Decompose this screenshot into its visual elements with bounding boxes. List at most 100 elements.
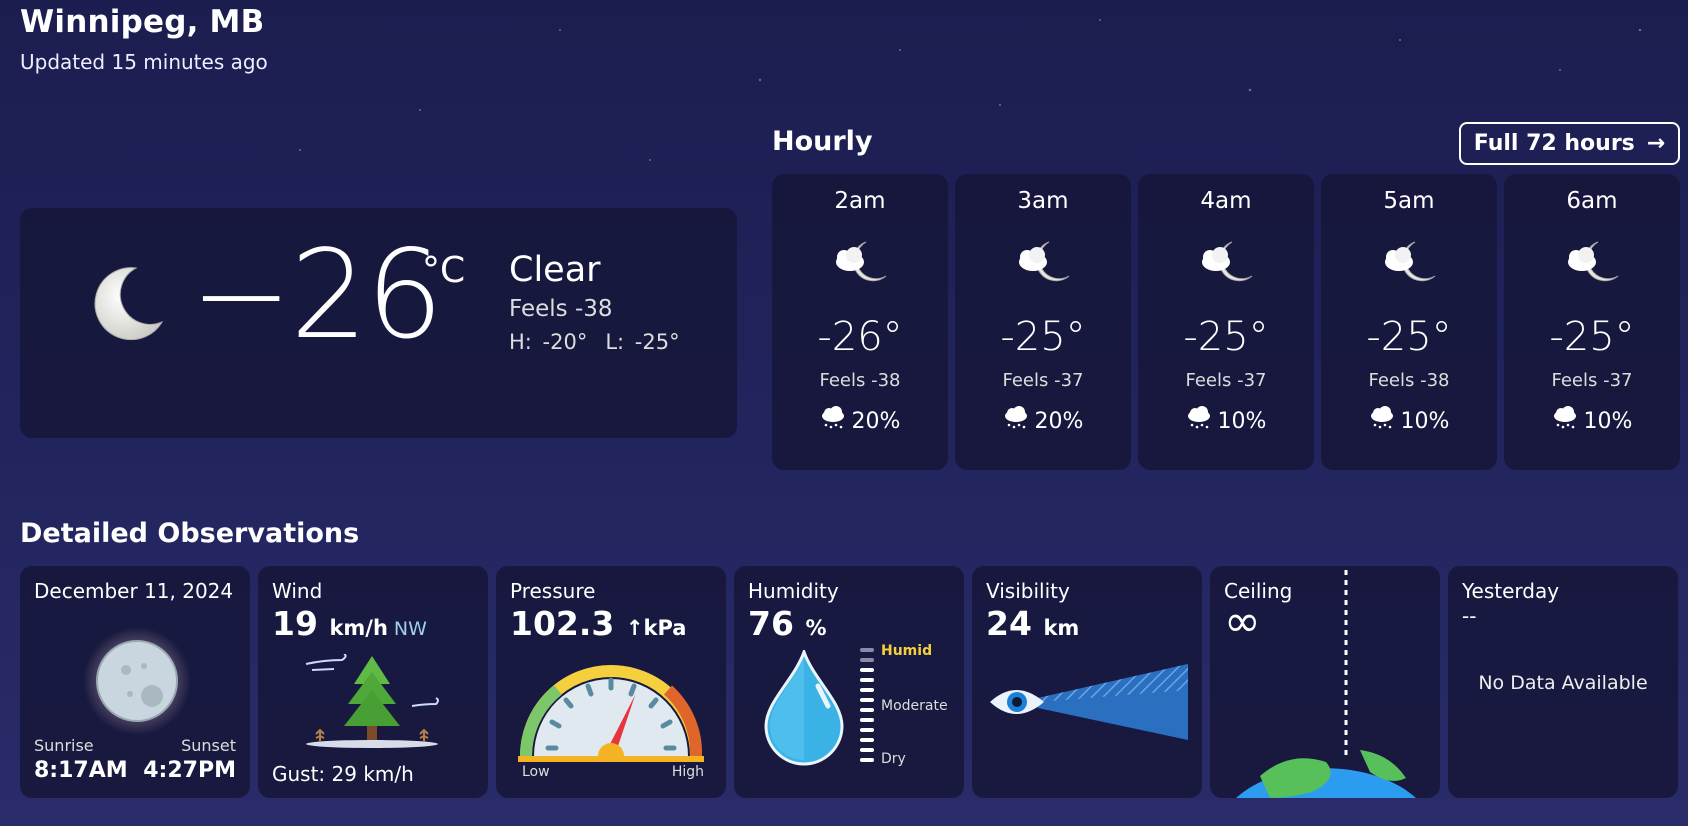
snow-cloud-icon — [1186, 406, 1212, 436]
full-72-hours-label: Full 72 hours — [1473, 131, 1635, 156]
cloudy-moon-icon — [1560, 238, 1624, 288]
hourly-title: Hourly — [772, 126, 873, 157]
high-low: H: -20° L: -25° — [509, 330, 680, 354]
hour-time: 2am — [834, 188, 886, 214]
hour-temp: -25° — [1366, 314, 1452, 360]
pressure-low-label: Low — [522, 764, 550, 780]
visibility-card[interactable]: Visibility 24 km — [972, 566, 1202, 798]
wind-unit: km/h — [329, 616, 388, 640]
hourly-card-3am[interactable]: 3am -25° Feels -37 20% — [955, 174, 1131, 470]
water-drop-icon — [764, 650, 844, 766]
hour-time: 5am — [1383, 188, 1435, 214]
hour-precip: 20% — [955, 406, 1131, 436]
high-temp: H: -20° — [509, 330, 588, 354]
low-temp: L: -25° — [605, 330, 680, 354]
hour-precip: 10% — [1504, 406, 1680, 436]
current-feels-like: Feels -38 — [509, 296, 613, 322]
hour-time: 3am — [1017, 188, 1069, 214]
snow-cloud-icon — [820, 406, 846, 436]
pressure-reading: 102.3 ↑kPa — [510, 604, 686, 643]
visibility-label: Visibility — [986, 579, 1070, 603]
full-72-hours-button[interactable]: Full 72 hours → — [1459, 122, 1680, 165]
precip-chance: 20% — [851, 408, 901, 434]
arrow-right-icon: → — [1646, 131, 1666, 156]
pressure-value: 102.3 — [510, 604, 615, 643]
yesterday-card[interactable]: Yesterday -- No Data Available — [1448, 566, 1678, 798]
sunset-time: 4:27PM — [143, 758, 236, 783]
precip-chance: 10% — [1400, 408, 1450, 434]
temperature-unit: °C — [422, 250, 466, 291]
wind-card[interactable]: Wind 19 km/h NW Gust: 29 km/h — [258, 566, 488, 798]
hour-precip: 20% — [772, 406, 948, 436]
pressure-unit: ↑kPa — [625, 616, 687, 640]
yesterday-value: -- — [1462, 604, 1477, 628]
precip-chance: 10% — [1583, 408, 1633, 434]
tree-wind-icon — [305, 654, 439, 748]
hour-feels: Feels -37 — [1002, 370, 1084, 391]
sunrise-label: Sunrise — [34, 736, 94, 755]
humidity-unit: % — [805, 616, 827, 640]
humidity-reading: 76 % — [748, 604, 826, 643]
humidity-scale — [860, 648, 874, 762]
cloudy-moon-icon — [828, 238, 892, 288]
hour-precip: 10% — [1321, 406, 1497, 436]
humidity-value: 76 — [748, 604, 794, 643]
location-header: Winnipeg, MB Updated 15 minutes ago — [20, 4, 268, 74]
no-data-message: No Data Available — [1478, 672, 1648, 694]
hourly-card-6am[interactable]: 6am -25° Feels -37 10% — [1504, 174, 1680, 470]
globe-ceiling-icon — [1236, 570, 1416, 798]
eye-beam-icon — [990, 664, 1188, 740]
humid-label: Humid — [881, 643, 933, 659]
hourly-card-2am[interactable]: 2am -26° Feels -38 20% — [772, 174, 948, 470]
pressure-label: Pressure — [510, 579, 596, 603]
hour-time: 4am — [1200, 188, 1252, 214]
updated-time: Updated 15 minutes ago — [20, 50, 268, 74]
wind-value: 19 — [272, 604, 318, 643]
hour-feels: Feels -38 — [819, 370, 901, 391]
cloudy-moon-icon — [1011, 238, 1075, 288]
cloudy-moon-icon — [1194, 238, 1258, 288]
snow-cloud-icon — [1552, 406, 1578, 436]
hour-precip: 10% — [1138, 406, 1314, 436]
moderate-label: Moderate — [881, 698, 948, 714]
hour-feels: Feels -37 — [1185, 370, 1267, 391]
hour-temp: -25° — [1000, 314, 1086, 360]
sunrise-time: 8:17AM — [34, 758, 128, 783]
hour-time: 6am — [1566, 188, 1618, 214]
moon-icon — [94, 267, 164, 340]
full-moon-icon — [83, 627, 191, 735]
date-label: December 11, 2024 — [34, 579, 234, 603]
pressure-high-label: High — [671, 764, 704, 780]
hourly-card-4am[interactable]: 4am -25° Feels -37 10% — [1138, 174, 1314, 470]
hour-feels: Feels -37 — [1551, 370, 1633, 391]
current-temperature: −26 — [190, 224, 443, 366]
visibility-value: 24 — [986, 604, 1032, 643]
hour-temp: -25° — [1183, 314, 1269, 360]
precip-chance: 20% — [1034, 408, 1084, 434]
visibility-unit: km — [1043, 616, 1080, 640]
pressure-gauge — [518, 665, 704, 762]
wind-label: Wind — [272, 579, 323, 603]
cloudy-moon-icon — [1377, 238, 1441, 288]
hour-temp: -26° — [817, 314, 903, 360]
city-name: Winnipeg, MB — [20, 4, 265, 40]
wind-gust: Gust: 29 km/h — [272, 762, 414, 786]
hour-temp: -25° — [1549, 314, 1635, 360]
humidity-label: Humidity — [748, 579, 839, 603]
wind-direction: NW — [393, 618, 427, 640]
hour-feels: Feels -38 — [1368, 370, 1450, 391]
pressure-card[interactable]: Pressure 102.3 ↑kPa Low High — [496, 566, 726, 798]
current-condition: Clear — [509, 250, 601, 290]
hourly-card-5am[interactable]: 5am -25° Feels -38 10% — [1321, 174, 1497, 470]
snow-cloud-icon — [1003, 406, 1029, 436]
sunset-label: Sunset — [181, 736, 236, 755]
wind-speed: 19 km/h NW — [272, 604, 427, 643]
humidity-card[interactable]: Humidity 76 % Humid Moderate Dry — [734, 566, 964, 798]
dry-label: Dry — [881, 751, 906, 767]
date-card[interactable]: December 11, 2024 Sunrise 8:17AM Sunset … — [20, 566, 250, 798]
observations-title: Detailed Observations — [20, 518, 360, 549]
precip-chance: 10% — [1217, 408, 1267, 434]
yesterday-label: Yesterday — [1462, 579, 1560, 603]
ceiling-card[interactable]: Ceiling ∞ — [1210, 566, 1440, 798]
snow-cloud-icon — [1369, 406, 1395, 436]
